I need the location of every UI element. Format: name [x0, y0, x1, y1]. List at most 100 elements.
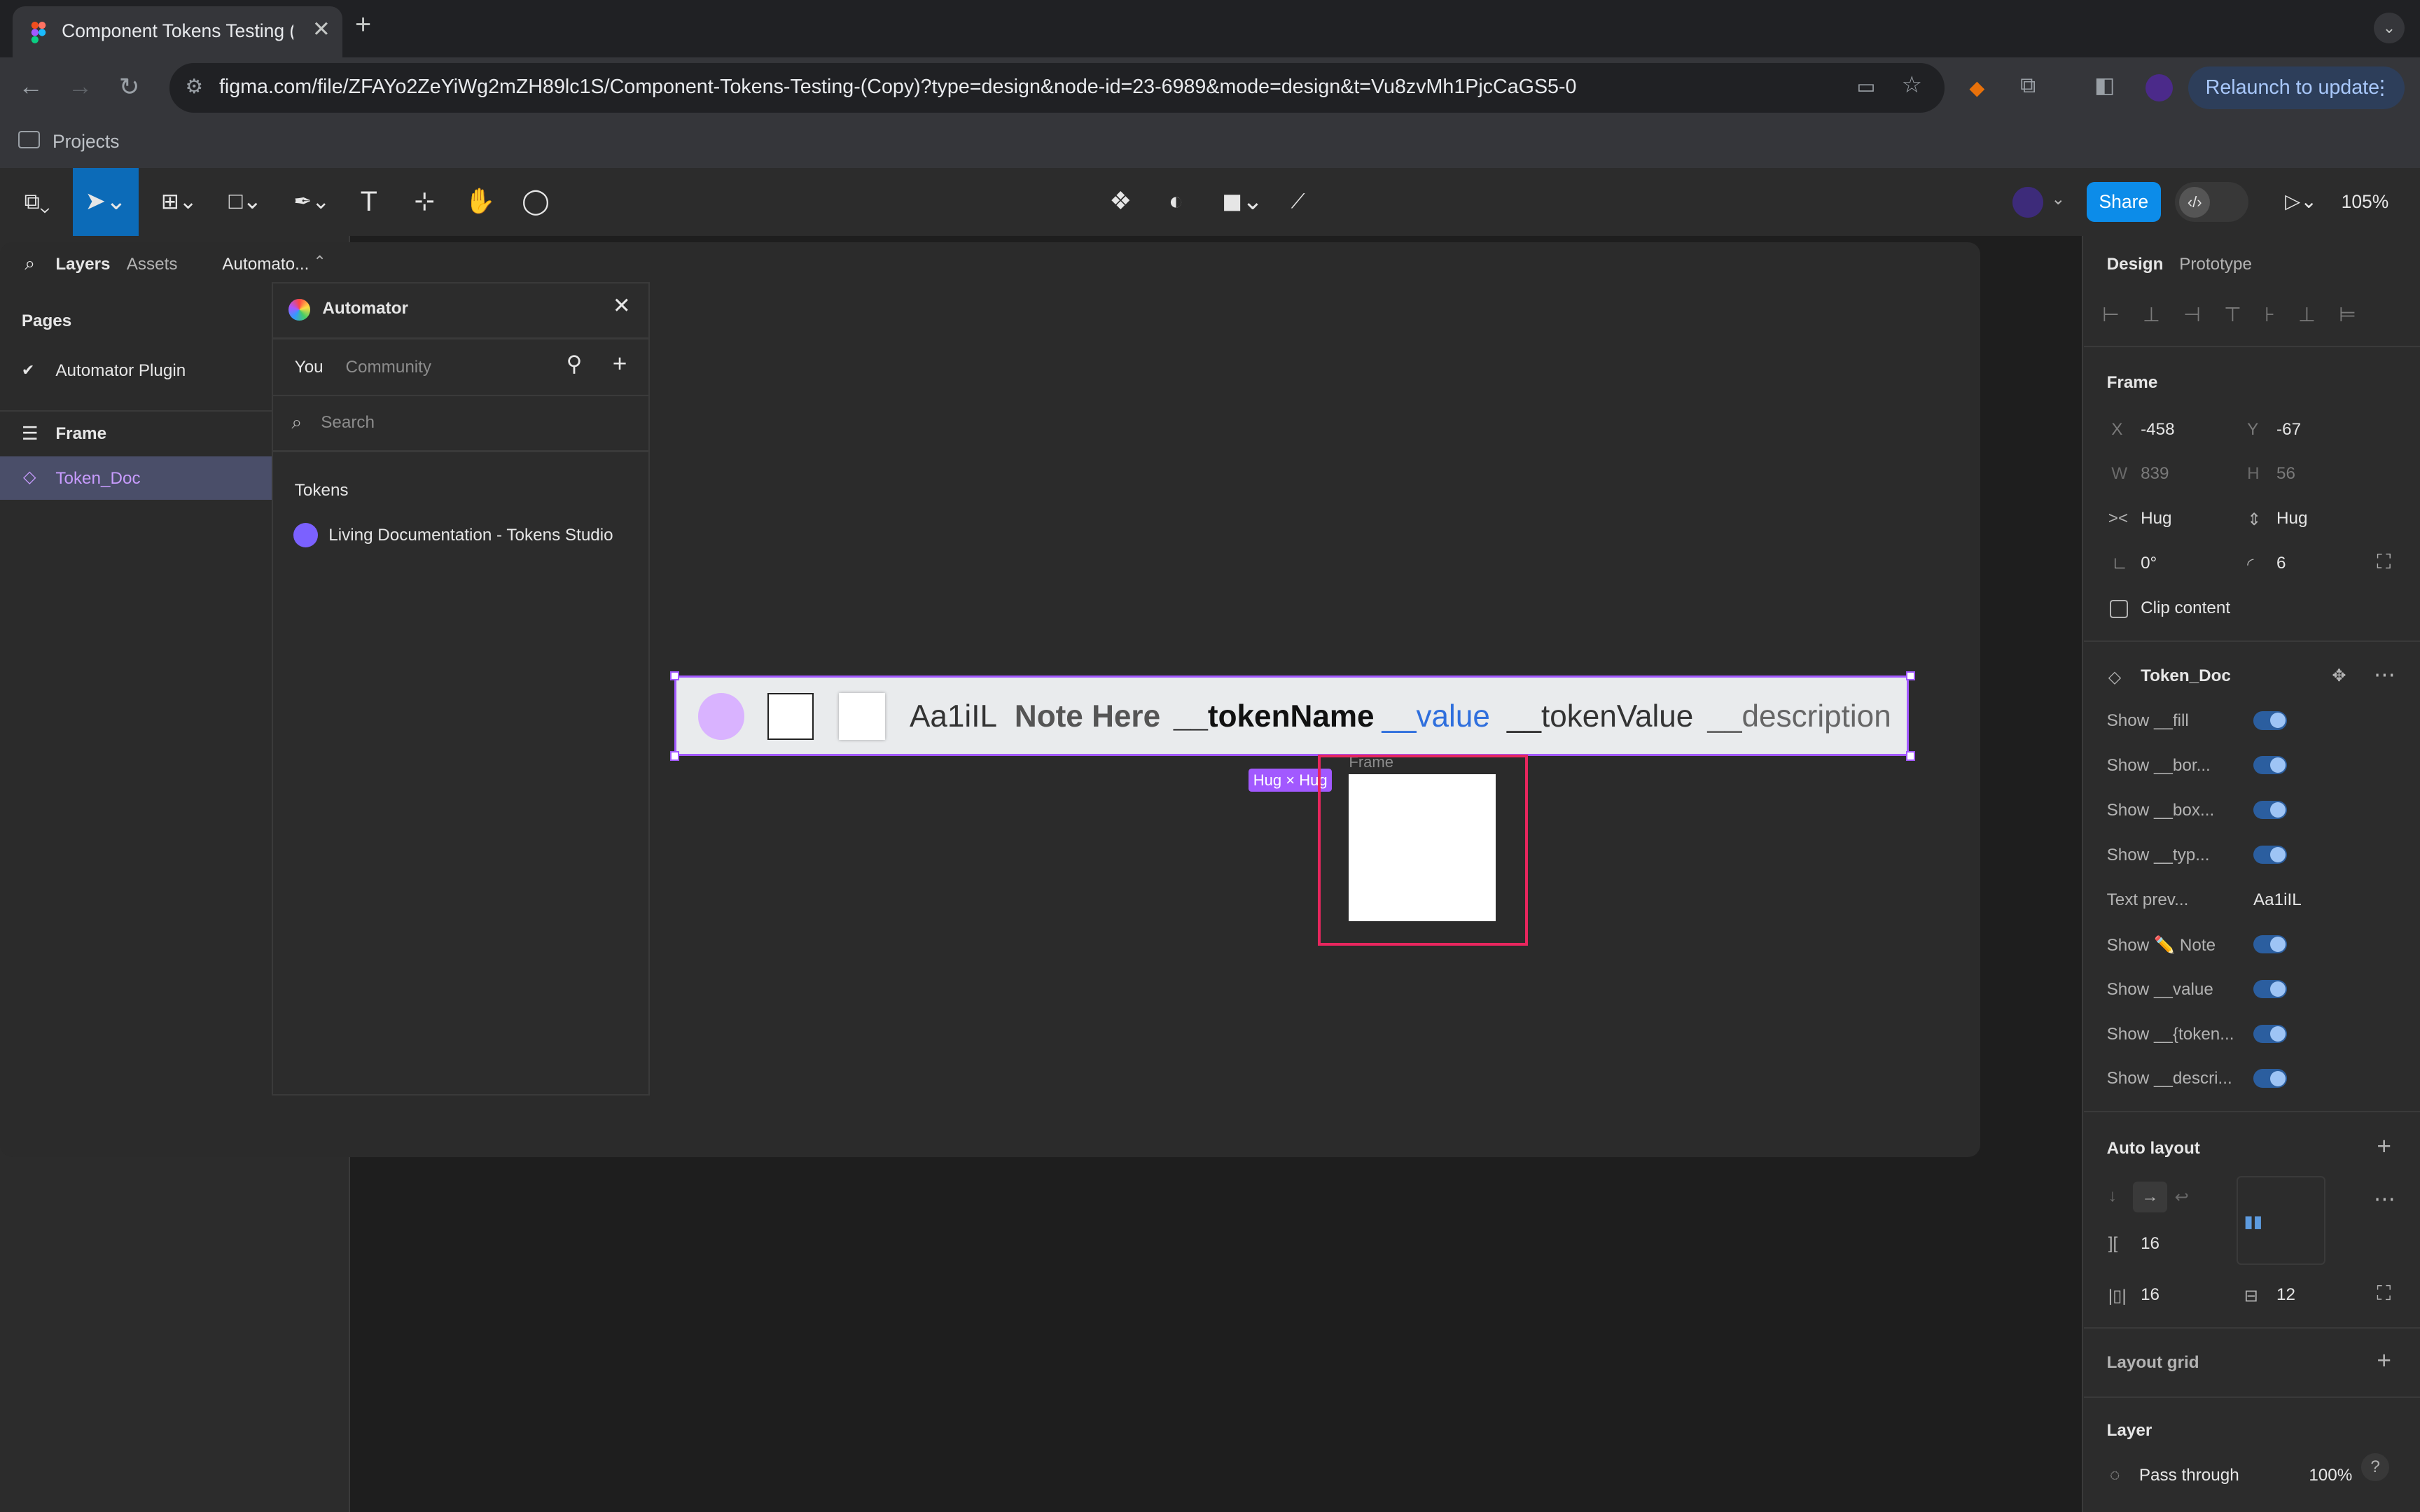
present-icon[interactable]: ▷⌄: [2278, 168, 2324, 236]
automator-plugin: Automator ✕ You Community ⚲ + ⌕ Search T…: [271, 282, 650, 1096]
resize-handle[interactable]: [669, 751, 679, 761]
resize-handle[interactable]: [1906, 751, 1916, 761]
hand-tool-icon[interactable]: ✋: [463, 168, 496, 236]
automation-item[interactable]: Living Documentation - Tokens Studio: [328, 526, 613, 545]
individual-padding-icon[interactable]: ⛶: [2377, 1282, 2391, 1306]
extension-icon[interactable]: ◆: [1969, 76, 1984, 100]
tab-design[interactable]: Design: [2107, 255, 2164, 274]
reload-icon[interactable]: ↻: [119, 73, 140, 102]
clipboard-icon[interactable]: ▭: [1857, 74, 1876, 99]
comment-tool-icon[interactable]: ◯: [519, 168, 552, 236]
close-tab-icon[interactable]: ✕: [312, 17, 331, 42]
vertical-padding-field[interactable]: 12: [2276, 1285, 2295, 1305]
profile-avatar[interactable]: [2145, 74, 2174, 102]
frame-heading[interactable]: Frame: [2107, 373, 2158, 393]
mask-icon[interactable]: ◐: [1159, 168, 1192, 236]
plugin-tab-community[interactable]: Community: [345, 358, 431, 377]
resize-handle[interactable]: [669, 671, 679, 680]
go-to-main-icon[interactable]: ✥: [2332, 665, 2346, 686]
relaunch-button[interactable]: Relaunch to update ⋮: [2188, 66, 2405, 110]
layers-search-icon[interactable]: ⌕: [25, 253, 35, 275]
blend-mode-select[interactable]: Pass through: [2139, 1466, 2239, 1485]
add-icon[interactable]: +: [613, 350, 627, 378]
component-name[interactable]: Token_Doc: [2141, 666, 2231, 686]
hug-height-select[interactable]: Hug: [2276, 509, 2307, 528]
text-preview-field[interactable]: Aa1iIL: [2253, 890, 2302, 910]
tab-search-icon[interactable]: ⌄: [2373, 12, 2405, 43]
chevron-up-icon[interactable]: ⌃: [313, 253, 326, 271]
auto-layout-more-icon[interactable]: ⋯: [2374, 1186, 2395, 1212]
prop-toggle[interactable]: [2253, 800, 2288, 820]
tab-prototype[interactable]: Prototype: [2179, 255, 2252, 274]
gap-field[interactable]: 16: [2141, 1234, 2160, 1254]
rectangle-tool-icon[interactable]: □⌄: [221, 168, 270, 236]
dev-mode-toggle[interactable]: ‹/›: [2174, 182, 2249, 223]
hug-width-select[interactable]: Hug: [2141, 509, 2171, 528]
chevron-down-icon[interactable]: ⌄: [2051, 188, 2065, 209]
layer-frame[interactable]: Frame: [55, 424, 106, 444]
site-info-icon[interactable]: ⚙: [185, 74, 203, 99]
tab-layers[interactable]: Layers: [55, 255, 110, 274]
wrap-icon[interactable]: ↩: [2175, 1186, 2189, 1208]
browser-tab[interactable]: Component Tokens Testing (C ✕: [12, 6, 343, 57]
alignment-grid[interactable]: ▮▮: [2236, 1175, 2326, 1265]
prop-toggle[interactable]: [2253, 756, 2288, 775]
add-auto-layout-icon[interactable]: +: [2377, 1133, 2391, 1161]
radius-field[interactable]: 6: [2276, 554, 2286, 573]
bookmark-projects[interactable]: Projects: [53, 131, 120, 153]
more-icon[interactable]: ⋯: [2374, 662, 2395, 687]
forward-icon[interactable]: →: [68, 73, 92, 101]
address-bar[interactable]: ⚙ figma.com/file/ZFAYo2ZeYiWg2mZH89lc1S/…: [169, 63, 1945, 113]
prop-toggle[interactable]: [2253, 1069, 2288, 1088]
plugin-tab-you[interactable]: You: [295, 358, 324, 377]
direction-vertical-icon[interactable]: ↓: [2108, 1186, 2117, 1206]
frame-tool-icon[interactable]: ⊞⌄: [154, 168, 204, 236]
crop-icon[interactable]: ⟋: [1281, 168, 1314, 236]
rotation-field[interactable]: 0°: [2141, 554, 2157, 573]
w-field[interactable]: 839: [2141, 464, 2169, 484]
component-icon[interactable]: ❖: [1104, 168, 1137, 236]
help-icon[interactable]: ?: [2361, 1453, 2389, 1481]
more-vert-icon[interactable]: ⋮: [2372, 66, 2393, 110]
share-button[interactable]: Share: [2086, 182, 2161, 223]
independent-corners-icon[interactable]: ⛶: [2377, 551, 2391, 574]
tab-assets[interactable]: Assets: [127, 255, 178, 274]
resources-icon[interactable]: ⊹: [408, 168, 441, 236]
close-icon[interactable]: ✕: [613, 293, 631, 318]
prop-toggle[interactable]: [2253, 845, 2288, 864]
side-panel-icon[interactable]: ◧: [2094, 73, 2115, 98]
opacity-field[interactable]: 100%: [2309, 1466, 2352, 1485]
resize-handle[interactable]: [1906, 671, 1916, 680]
bookmark-star-icon[interactable]: ☆: [1901, 71, 1922, 99]
prop-toggle[interactable]: [2253, 934, 2288, 954]
prop-toggle[interactable]: [2253, 1024, 2288, 1043]
search-input[interactable]: Search: [321, 413, 375, 433]
prop-toggle[interactable]: [2253, 711, 2288, 730]
y-field[interactable]: -67: [2276, 420, 2301, 440]
prop-toggle[interactable]: [2253, 979, 2288, 999]
clip-content-checkbox[interactable]: [2110, 600, 2129, 619]
extensions-puzzle-icon[interactable]: ⧉: [2020, 73, 2036, 99]
horizontal-padding-field[interactable]: 16: [2141, 1285, 2160, 1305]
zoom-level[interactable]: 105%: [2342, 191, 2389, 213]
text-tool-icon[interactable]: T: [352, 168, 386, 236]
move-tool-icon[interactable]: ➤⌄: [72, 168, 139, 237]
filter-icon[interactable]: ⚲: [566, 351, 583, 377]
boolean-icon[interactable]: ◼⌄: [1216, 168, 1269, 236]
pen-tool-icon[interactable]: ✒⌄: [287, 168, 337, 236]
tab-automator[interactable]: Automato...: [222, 255, 309, 274]
token-doc-frame[interactable]: Aa1iIL Note Here __tokenName __value __t…: [674, 676, 1910, 756]
alignment-icons[interactable]: ⊢⊥⊣⊤⊦⊥⊨: [2102, 302, 2379, 327]
main-menu-icon[interactable]: ⧉⌄: [15, 168, 59, 236]
layer-token-doc[interactable]: ◇ Token_Doc: [0, 456, 272, 500]
h-field[interactable]: 56: [2276, 464, 2295, 484]
back-icon[interactable]: ←: [18, 73, 43, 101]
user-avatar[interactable]: [2012, 186, 2044, 218]
white-square[interactable]: [1349, 774, 1496, 921]
new-tab-icon[interactable]: +: [355, 9, 371, 41]
y-label: Y: [2247, 419, 2259, 439]
page-item[interactable]: Automator Plugin: [55, 361, 186, 381]
x-field[interactable]: -458: [2141, 420, 2175, 440]
direction-horizontal-icon[interactable]: →: [2133, 1182, 2167, 1213]
add-layout-grid-icon[interactable]: +: [2377, 1347, 2391, 1375]
